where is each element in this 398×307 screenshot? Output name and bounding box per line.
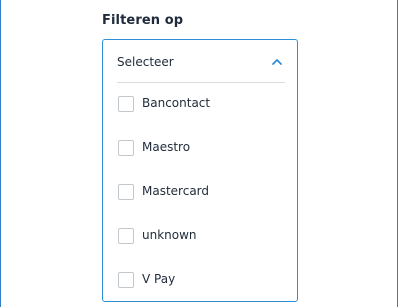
dropdown-selected-value: Selecteer — [117, 55, 174, 69]
checkbox-unknown[interactable] — [118, 228, 134, 244]
checkbox-bancontact[interactable] — [118, 96, 134, 112]
option-label: unknown — [142, 228, 197, 242]
checkbox-v-pay[interactable] — [118, 272, 134, 288]
page-frame: Filteren op Selecteer Bancontact Maestro… — [0, 0, 398, 307]
option-mastercard[interactable]: Mastercard — [117, 179, 287, 205]
payment-method-dropdown[interactable]: Selecteer Bancontact Maestro Mastercard … — [102, 39, 298, 302]
dropdown-divider — [117, 82, 285, 83]
option-unknown[interactable]: unknown — [117, 223, 287, 249]
filter-heading: Filteren op — [102, 13, 184, 28]
option-bancontact[interactable]: Bancontact — [117, 91, 287, 117]
chevron-up-icon[interactable] — [271, 57, 283, 67]
option-label: Bancontact — [142, 96, 211, 110]
option-label: V Pay — [142, 272, 176, 286]
checkbox-mastercard[interactable] — [118, 184, 134, 200]
option-maestro[interactable]: Maestro — [117, 135, 287, 161]
dropdown-toggle[interactable]: Selecteer — [103, 40, 297, 83]
option-label: Mastercard — [142, 184, 210, 198]
option-v-pay[interactable]: V Pay — [117, 267, 287, 293]
checkbox-maestro[interactable] — [118, 140, 134, 156]
option-label: Maestro — [142, 140, 191, 154]
